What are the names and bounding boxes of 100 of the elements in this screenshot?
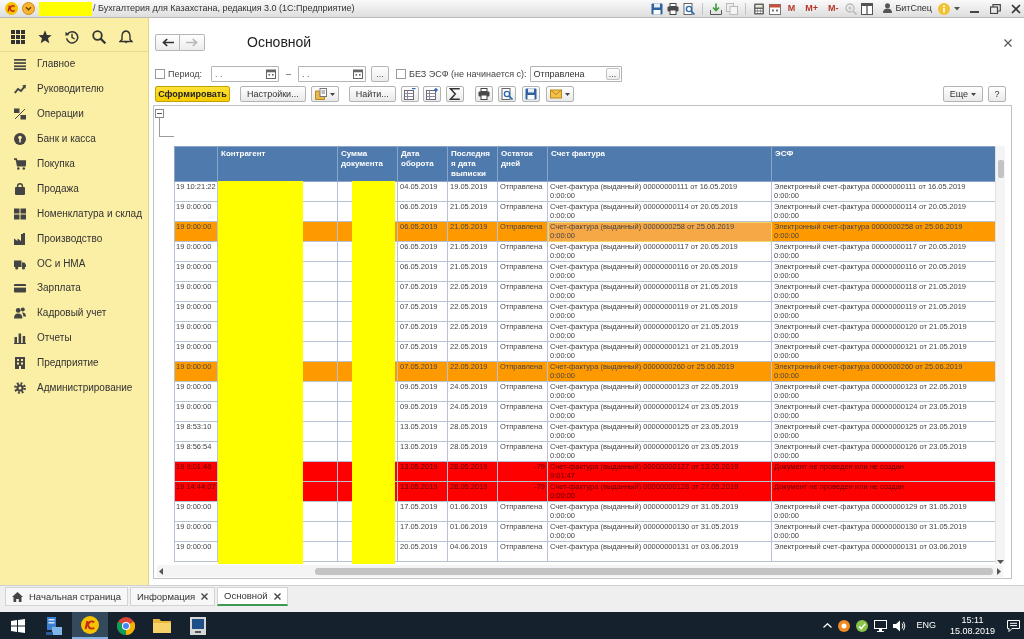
tab[interactable]: Информация (129, 587, 216, 606)
bell-icon[interactable] (119, 30, 133, 44)
sidebar-item[interactable]: Отчеты (0, 325, 148, 351)
browser-icon (117, 616, 135, 635)
close-icon[interactable] (1011, 3, 1021, 14)
clock-date[interactable]: 15.08.2019 (949, 625, 995, 637)
date-field[interactable]: . . (211, 66, 280, 82)
select-button[interactable]: ... (371, 66, 390, 82)
close-icon[interactable] (273, 592, 281, 600)
more-button[interactable]: Еще (942, 86, 983, 102)
documents-icon (314, 88, 327, 100)
network-icon[interactable] (874, 619, 888, 632)
preview-icon (500, 88, 513, 100)
menu-icon[interactable] (22, 2, 35, 15)
column-header: Дата оборота (397, 146, 448, 182)
language-indicator[interactable]: ENG (916, 620, 936, 631)
scrollbar-thumb[interactable] (315, 567, 993, 575)
arrow-down-icon[interactable] (997, 560, 1004, 564)
print-icon[interactable] (666, 2, 679, 15)
tab[interactable]: Основной (217, 587, 288, 606)
column-header: Сумма документа (337, 146, 398, 182)
period-label: Период: (168, 68, 203, 80)
checkbox[interactable] (396, 69, 407, 79)
sidebar-item[interactable]: Номенклатура и склад (0, 201, 148, 227)
apps-icon[interactable] (11, 30, 25, 44)
scrollbar[interactable] (157, 565, 1003, 577)
tray-app-icon[interactable] (838, 619, 851, 632)
documents-dropdown-button[interactable] (310, 86, 339, 102)
tray-app-icon[interactable] (856, 619, 869, 632)
help-button[interactable]: ? (988, 86, 1006, 102)
search-icon[interactable] (92, 30, 106, 44)
sidebar-item[interactable]: Руководителю (0, 76, 148, 102)
sidebar-item[interactable]: Производство (0, 226, 148, 252)
calculator-icon[interactable] (752, 2, 765, 15)
logo-icon[interactable] (5, 2, 18, 15)
column-header: Последняя дата выписки (447, 146, 498, 182)
print-button[interactable] (474, 86, 493, 102)
arrow-left-icon[interactable] (159, 567, 163, 575)
user-button[interactable]: БитСпец (881, 3, 934, 14)
panels-icon[interactable] (861, 2, 874, 15)
sidebar-item[interactable]: Продажа (0, 176, 148, 202)
calendar-icon[interactable] (768, 2, 781, 15)
sum-button[interactable] (445, 86, 464, 102)
chevron-up-icon[interactable] (823, 623, 833, 628)
generate-button[interactable]: Сформировать (155, 86, 230, 102)
without-esf-label: БЕЗ ЭСФ (не начинается с): (409, 68, 527, 80)
sidebar-item[interactable]: Операции (0, 101, 148, 127)
date-field[interactable]: . . (298, 66, 367, 82)
settings-button[interactable]: Настройки... (240, 86, 306, 102)
back-button[interactable] (155, 34, 180, 51)
preview-icon[interactable] (682, 2, 695, 15)
scrollbar[interactable] (995, 146, 1005, 564)
table-collapse-button[interactable] (400, 86, 419, 102)
trend-icon (14, 83, 26, 96)
calendar-icon[interactable] (266, 69, 277, 79)
column-header: Контрагент (217, 146, 338, 182)
settings-icon (14, 382, 26, 394)
blocks-icon (14, 108, 26, 121)
arrow-left-icon (161, 38, 174, 47)
folder-icon (153, 618, 171, 633)
sum-icon (448, 88, 461, 100)
table-expand-button[interactable] (422, 86, 441, 102)
table-icon (403, 88, 416, 100)
collapse-icon[interactable] (155, 109, 164, 118)
find-button[interactable]: Найти... (348, 86, 396, 102)
star-icon[interactable] (38, 30, 52, 44)
caret-icon (329, 92, 335, 96)
sidebar-item[interactable]: Администрирование (0, 375, 148, 401)
preview-button[interactable] (497, 86, 516, 102)
memory-button[interactable]: M+ (802, 4, 821, 13)
memory-button[interactable]: M (784, 4, 799, 13)
arrow-right-icon[interactable] (997, 567, 1001, 575)
speaker-icon[interactable] (893, 619, 907, 632)
tab[interactable]: Начальная страница (5, 587, 128, 606)
sidebar-item[interactable]: Предприятие (0, 350, 148, 376)
save-button[interactable] (521, 86, 540, 102)
taskbar-button[interactable] (72, 612, 108, 639)
scrollbar-thumb[interactable] (998, 160, 1004, 178)
clock-time[interactable]: 15:11 (949, 614, 995, 626)
checkbox[interactable] (155, 69, 165, 79)
column-header: ЭСФ (771, 146, 995, 182)
sidebar-item[interactable]: Покупка (0, 151, 148, 177)
sidebar-item[interactable]: ОС и НМА (0, 251, 148, 276)
save-icon (524, 88, 537, 100)
close-icon[interactable] (201, 593, 209, 600)
notification-icon[interactable] (1007, 619, 1020, 632)
history-icon[interactable] (65, 30, 79, 44)
calendar-icon[interactable] (353, 69, 364, 79)
email-dropdown-button[interactable] (545, 86, 574, 102)
save-icon[interactable] (650, 2, 663, 15)
sidebar-item[interactable]: Кадровый учет (0, 300, 148, 326)
memory-button[interactable]: M- (824, 4, 842, 13)
sidebar-item[interactable]: Главное (0, 52, 148, 77)
sidebar-item[interactable]: Зарплата (0, 276, 148, 301)
restore-icon[interactable] (990, 3, 1001, 14)
sidebar-item[interactable]: Банк и касса (0, 126, 148, 152)
caret-icon (564, 92, 570, 96)
tray-arrow-icon[interactable] (709, 2, 722, 15)
close-icon[interactable] (1004, 38, 1012, 47)
caret-icon[interactable] (954, 6, 960, 11)
